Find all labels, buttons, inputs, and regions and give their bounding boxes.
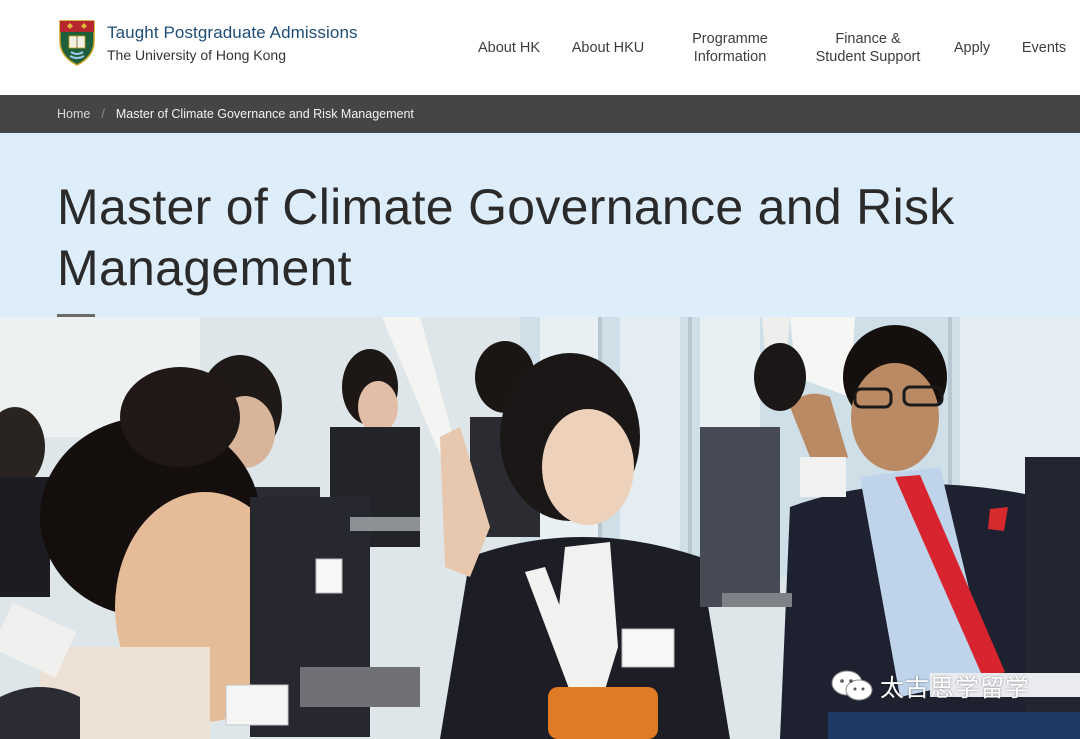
watermark-text: 太古思学留学 — [880, 674, 1030, 702]
breadcrumb-bar: Home / Master of Climate Governance and … — [0, 95, 1080, 133]
hku-logo-link[interactable]: Taught Postgraduate Admissions The Unive… — [57, 19, 358, 67]
wechat-icon — [831, 670, 873, 700]
nav-item-finance-student-support[interactable]: Finance & Student Support — [806, 0, 930, 95]
nav-item-apply[interactable]: Apply — [946, 0, 998, 95]
title-band: Master of Climate Governance and Risk Ma… — [0, 133, 1080, 317]
logo-title: Taught Postgraduate Admissions — [107, 23, 358, 42]
nav-item-about-hk[interactable]: About HK — [466, 0, 552, 95]
page-title: Master of Climate Governance and Risk Ma… — [57, 179, 955, 296]
watermark-bar — [828, 712, 1080, 739]
nav-item-programme-information[interactable]: Programme Information — [680, 0, 780, 95]
site-header: Taught Postgraduate Admissions The Unive… — [0, 0, 1080, 95]
logo-subtitle: The University of Hong Kong — [107, 47, 286, 63]
nav-item-about-hku[interactable]: About HKU — [562, 0, 654, 95]
hku-crest-icon — [59, 20, 95, 66]
breadcrumb-home-link[interactable]: Home — [57, 107, 90, 121]
wechat-watermark: 太古思学留学 — [830, 668, 1030, 703]
nav-item-events[interactable]: Events — [1014, 0, 1074, 95]
breadcrumb-current: Master of Climate Governance and Risk Ma… — [115, 107, 414, 121]
breadcrumb-separator: / — [101, 107, 105, 121]
breadcrumb: Home / Master of Climate Governance and … — [57, 107, 414, 121]
